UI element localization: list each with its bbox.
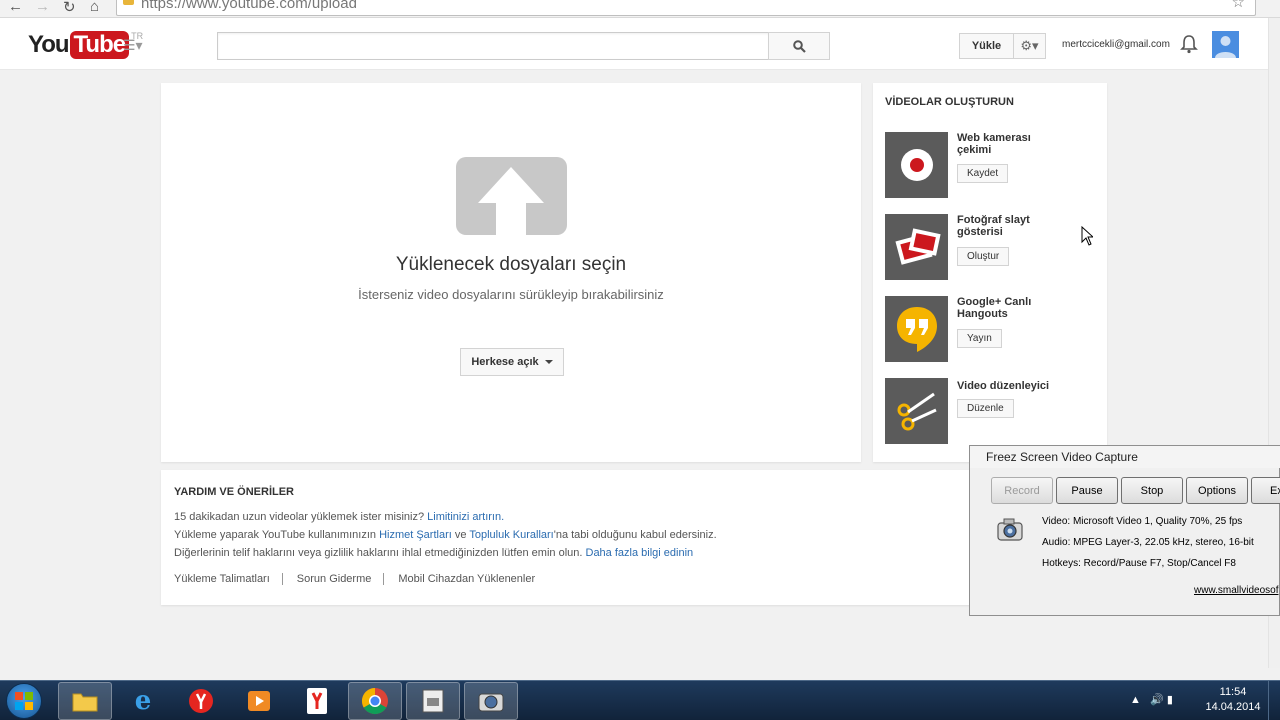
chrome-icon	[361, 687, 388, 715]
terms-of-service-link[interactable]: Hizmet Şartları	[379, 529, 452, 541]
upload-dropzone[interactable]: Yüklenecek dosyaları seçin İsterseniz vi…	[161, 83, 861, 462]
website-link[interactable]: www.smallvideosof	[1194, 585, 1278, 596]
create-videos-panel: VİDEOLAR OLUŞTURUN Web kamerası çekimi K…	[873, 83, 1107, 462]
yandex-icon	[307, 688, 327, 714]
taskbar-app-window[interactable]	[406, 682, 460, 720]
help-line-copyright: Diğerlerinin telif haklarını veya gizlil…	[174, 547, 694, 559]
camera-icon	[478, 693, 504, 712]
tray-arrow-icon[interactable]: ▲	[1130, 694, 1141, 706]
volume-icon[interactable]: 🔊	[1150, 694, 1164, 706]
create-item-hangouts: Google+ Canlı Hangouts Yayın	[885, 296, 1100, 362]
taskbar-yandex[interactable]	[174, 682, 228, 720]
upload-arrow-icon[interactable]	[456, 157, 567, 235]
create-item-label[interactable]: Video düzenleyici	[957, 380, 1067, 392]
mouse-cursor-icon	[1081, 226, 1093, 246]
upload-button[interactable]: Yükle	[959, 33, 1014, 59]
help-panel: YARDIM VE ÖNERİLER 15 dakikadan uzun vid…	[161, 470, 1107, 605]
help-title: YARDIM VE ÖNERİLER	[174, 486, 295, 498]
create-item-editor: Video düzenleyici Düzenle	[885, 378, 1100, 444]
back-icon[interactable]: ←	[8, 0, 23, 15]
create-item-webcam: Web kamerası çekimi Kaydet	[885, 132, 1100, 198]
system-tray[interactable]: ▲ 🔊 ▮	[1130, 693, 1173, 706]
start-button[interactable]	[6, 683, 42, 719]
upload-title[interactable]: Yüklenecek dosyaları seçin	[161, 254, 861, 276]
taskbar-yandex-2[interactable]	[290, 682, 344, 720]
webcam-record-icon[interactable]	[885, 132, 948, 198]
network-icon[interactable]: ▮	[1167, 694, 1173, 706]
application-window-icon	[422, 689, 444, 713]
taskbar-media-player[interactable]	[232, 682, 286, 720]
exit-button[interactable]: Ex	[1251, 477, 1280, 504]
search-icon	[792, 39, 806, 53]
create-item-label[interactable]: Fotoğraf slayt gösterisi	[957, 214, 1067, 238]
settings-button[interactable]: ⚙▾	[1013, 33, 1046, 59]
record-button[interactable]: Kaydet	[957, 164, 1009, 183]
browser-toolbar: ← → ↻ ⌂ https://www.youtube.com/upload ☆	[0, 0, 1280, 18]
taskbar-capture[interactable]	[464, 682, 518, 720]
create-slideshow-button[interactable]: Oluştur	[957, 247, 1010, 266]
hangouts-icon[interactable]	[885, 296, 948, 362]
taskbar-explorer[interactable]	[58, 682, 112, 720]
privacy-label: Herkese açık	[471, 356, 539, 368]
avatar[interactable]	[1212, 31, 1239, 58]
clock[interactable]: 11:54 14.04.2014	[1200, 685, 1266, 715]
show-desktop-button[interactable]	[1268, 681, 1280, 720]
windows-logo-icon	[15, 692, 33, 710]
address-bar[interactable]: https://www.youtube.com/upload ☆	[116, 0, 1256, 16]
url-text: https://www.youtube.com/upload	[141, 0, 357, 12]
clock-date: 14.04.2014	[1205, 701, 1261, 713]
scissors-icon[interactable]	[885, 378, 948, 444]
camera-icon	[997, 518, 1023, 541]
taskbar: e ▲ 🔊 ▮ 11:54 14.04.2014	[0, 680, 1280, 720]
home-icon[interactable]: ⌂	[90, 0, 99, 15]
troubleshooting-link[interactable]: Sorun Giderme	[281, 573, 384, 585]
community-guidelines-link[interactable]: Topluluk Kuralları	[469, 529, 553, 541]
photo-slideshow-icon[interactable]	[885, 214, 948, 280]
create-item-label[interactable]: Google+ Canlı Hangouts	[957, 296, 1067, 320]
lock-icon	[123, 0, 134, 5]
internet-explorer-icon: e	[134, 686, 152, 716]
create-item-slideshow: Fotoğraf slayt gösterisi Oluştur	[885, 214, 1100, 280]
account-email[interactable]: mertccicekli@gmail.com	[1062, 39, 1170, 50]
yandex-browser-icon	[189, 689, 213, 713]
taskbar-chrome[interactable]	[348, 682, 402, 720]
gear-icon: ⚙▾	[1020, 38, 1039, 53]
help-footer-links: Yükleme Talimatları Sorun Giderme Mobil …	[174, 573, 547, 585]
reload-icon[interactable]: ↻	[63, 0, 76, 16]
increase-limit-link[interactable]: Limitinizi artırın.	[427, 511, 504, 523]
guide-menu-icon[interactable]: ☰▾	[123, 37, 143, 54]
mobile-uploads-link[interactable]: Mobil Cihazdan Yüklenenler	[383, 573, 547, 585]
stop-button[interactable]: Stop	[1121, 477, 1183, 504]
pause-button[interactable]: Pause	[1056, 477, 1118, 504]
media-player-icon	[248, 691, 270, 711]
record-button-capture[interactable]: Record	[991, 477, 1053, 504]
taskbar-ie[interactable]: e	[116, 682, 170, 720]
search-input[interactable]	[217, 32, 769, 60]
broadcast-button[interactable]: Yayın	[957, 329, 1002, 348]
create-videos-title: VİDEOLAR OLUŞTURUN	[885, 96, 1014, 108]
options-button[interactable]: Options	[1186, 477, 1248, 504]
hotkeys-info: Hotkeys: Record/Pause F7, Stop/Cancel F8	[1042, 558, 1236, 569]
notifications-bell-icon[interactable]	[1180, 34, 1198, 54]
youtube-masthead: You Tube TR ☰▾ Yükle ⚙▾ mertccicekli@gmail…	[0, 18, 1280, 70]
clock-time: 11:54	[1219, 686, 1247, 698]
create-item-label[interactable]: Web kamerası çekimi	[957, 132, 1067, 156]
user-silhouette-icon	[1215, 36, 1236, 58]
chevron-down-icon	[544, 360, 553, 364]
audio-info: Audio: MPEG Layer-3, 22.05 kHz, stereo, …	[1042, 537, 1254, 548]
help-line-terms: Yükleme yaparak YouTube kullanımınızın H…	[174, 529, 717, 541]
learn-more-link[interactable]: Daha fazla bilgi edinin	[586, 547, 694, 559]
video-info: Video: Microsoft Video 1, Quality 70%, 2…	[1042, 516, 1243, 527]
bookmark-star-icon[interactable]: ☆	[1232, 0, 1245, 11]
forward-icon[interactable]: →	[35, 0, 50, 15]
capture-window: Freez Screen Video Capture Record Pause …	[969, 445, 1280, 616]
privacy-dropdown[interactable]: Herkese açık	[460, 348, 564, 376]
capture-window-title[interactable]: Freez Screen Video Capture	[970, 446, 1280, 468]
folder-icon	[72, 693, 98, 712]
upload-instructions-link[interactable]: Yükleme Talimatları	[174, 573, 282, 585]
search-button[interactable]	[768, 32, 830, 60]
help-line-limit: 15 dakikadan uzun videolar yüklemek iste…	[174, 511, 505, 523]
upload-subtitle: İsterseniz video dosyalarını sürükleyip …	[358, 287, 664, 302]
edit-button[interactable]: Düzenle	[957, 399, 1014, 418]
